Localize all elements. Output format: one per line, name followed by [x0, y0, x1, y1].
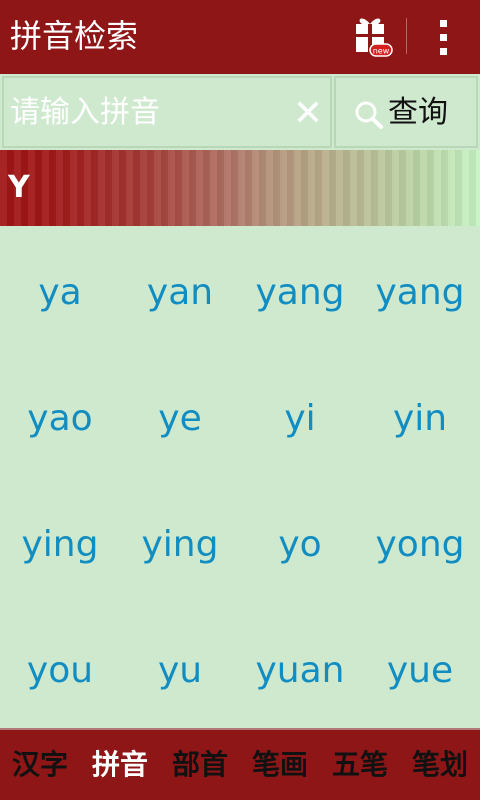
pinyin-item[interactable]: ye — [120, 354, 240, 480]
pinyin-item[interactable]: yao — [0, 354, 120, 480]
bottom-tab-bar: 汉字 拼音 部首 笔画 五笔 笔划 — [0, 728, 480, 800]
pinyin-item[interactable]: ying — [0, 480, 120, 606]
pinyin-search-input[interactable] — [10, 88, 280, 136]
tab-wubi[interactable]: 五笔 — [320, 730, 400, 800]
pinyin-item[interactable]: yan — [120, 228, 240, 354]
pinyin-item[interactable]: yuan — [240, 606, 360, 732]
pinyin-grid: ya yan yang yang yao ye yi yin ying ying… — [0, 228, 480, 728]
tab-bihua[interactable]: 笔画 — [240, 730, 320, 800]
pinyin-item[interactable]: yang — [360, 228, 480, 354]
search-row: ✕ 查询 — [0, 74, 480, 150]
pinyin-item[interactable]: ying — [120, 480, 240, 606]
page-title: 拼音检索 — [10, 17, 139, 55]
search-icon — [355, 101, 383, 129]
pinyin-item[interactable]: yong — [360, 480, 480, 606]
header-texture — [0, 150, 480, 226]
pinyin-item[interactable]: yo — [240, 480, 360, 606]
clear-icon[interactable]: ✕ — [288, 92, 328, 136]
app-bar: 拼音检索 new — [0, 0, 480, 74]
section-header: Y — [0, 150, 480, 226]
pinyin-item[interactable]: yin — [360, 354, 480, 480]
section-letter: Y — [8, 170, 30, 205]
new-badge: new — [373, 47, 390, 56]
query-button-label: 查询 — [388, 95, 448, 130]
tab-bushou[interactable]: 部首 — [160, 730, 240, 800]
pinyin-item[interactable]: you — [0, 606, 120, 732]
tab-pinyin[interactable]: 拼音 — [80, 730, 160, 800]
search-box: ✕ — [2, 76, 332, 148]
tab-hanzi[interactable]: 汉字 — [0, 730, 80, 800]
gift-icon[interactable]: new — [352, 14, 394, 58]
query-button[interactable]: 查询 — [334, 76, 478, 148]
more-menu-icon[interactable] — [430, 18, 458, 58]
divider — [406, 18, 407, 54]
pinyin-item[interactable]: yi — [240, 354, 360, 480]
pinyin-item[interactable]: ya — [0, 228, 120, 354]
tab-bihua-2[interactable]: 笔划 — [400, 730, 480, 800]
pinyin-item[interactable]: yue — [360, 606, 480, 732]
pinyin-item[interactable]: yang — [240, 228, 360, 354]
pinyin-item[interactable]: yu — [120, 606, 240, 732]
